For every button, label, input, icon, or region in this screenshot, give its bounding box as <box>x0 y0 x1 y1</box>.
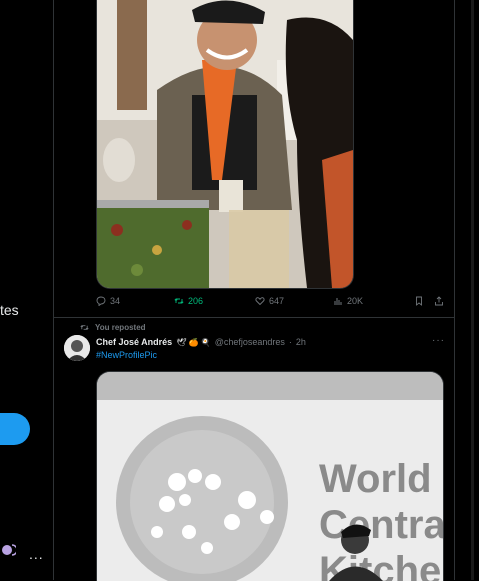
author-handle[interactable]: @chefjoseandres <box>215 337 285 347</box>
analytics-icon <box>334 298 342 305</box>
reply-count: 34 <box>110 296 121 306</box>
reply-button[interactable]: 34 <box>96 296 120 306</box>
post-photo[interactable] <box>96 0 354 289</box>
post-photo[interactable]: World Centra Kitche <box>96 371 444 581</box>
share-button[interactable] <box>434 296 444 306</box>
author-avatar[interactable] <box>64 335 90 361</box>
like-count: 647 <box>269 296 285 306</box>
bookmark-icon <box>416 296 422 306</box>
repost-icon <box>174 298 184 304</box>
view-count: 20K <box>347 296 364 306</box>
scrollbar[interactable] <box>471 0 474 580</box>
repost-indicator[interactable]: You reposted <box>80 323 146 332</box>
share-icon <box>435 296 443 306</box>
post-time[interactable]: 2h <box>296 337 306 347</box>
post-divider <box>54 317 454 318</box>
repost-label: You reposted <box>95 323 146 332</box>
photo-text-line-2: Centra <box>319 503 443 547</box>
views-button[interactable]: 20K <box>333 296 363 306</box>
bookmark-button[interactable] <box>414 296 424 306</box>
author-name[interactable]: Chef José Andrés <box>96 337 172 347</box>
post-action-bar: 34 206 647 20K <box>96 296 448 310</box>
post-button[interactable] <box>0 413 30 445</box>
repost-count: 206 <box>188 296 204 306</box>
repost-button[interactable]: 206 <box>174 296 203 306</box>
like-button[interactable]: 647 <box>255 296 284 306</box>
account-more-button[interactable]: ... <box>29 546 44 562</box>
heart-icon <box>255 297 265 306</box>
more-options-button[interactable]: ··· <box>432 335 445 346</box>
post-header: Chef José Andrés 🕊 🍊 🍳 @chefjoseandres ·… <box>96 337 306 347</box>
reply-icon <box>96 296 106 306</box>
hashtag-link[interactable]: #NewProfilePic <box>96 350 157 360</box>
photo-text-line-1: World <box>319 457 432 501</box>
author-emojis: 🕊 🍊 🍳 <box>176 337 211 347</box>
timeline: 34 206 647 20K You reposted Chef José An… <box>53 0 455 581</box>
header-separator: · <box>288 337 292 347</box>
account-avatar-icon[interactable] <box>2 543 18 556</box>
repost-icon <box>80 325 89 330</box>
sidebar-partial-label[interactable]: tes <box>0 302 19 318</box>
